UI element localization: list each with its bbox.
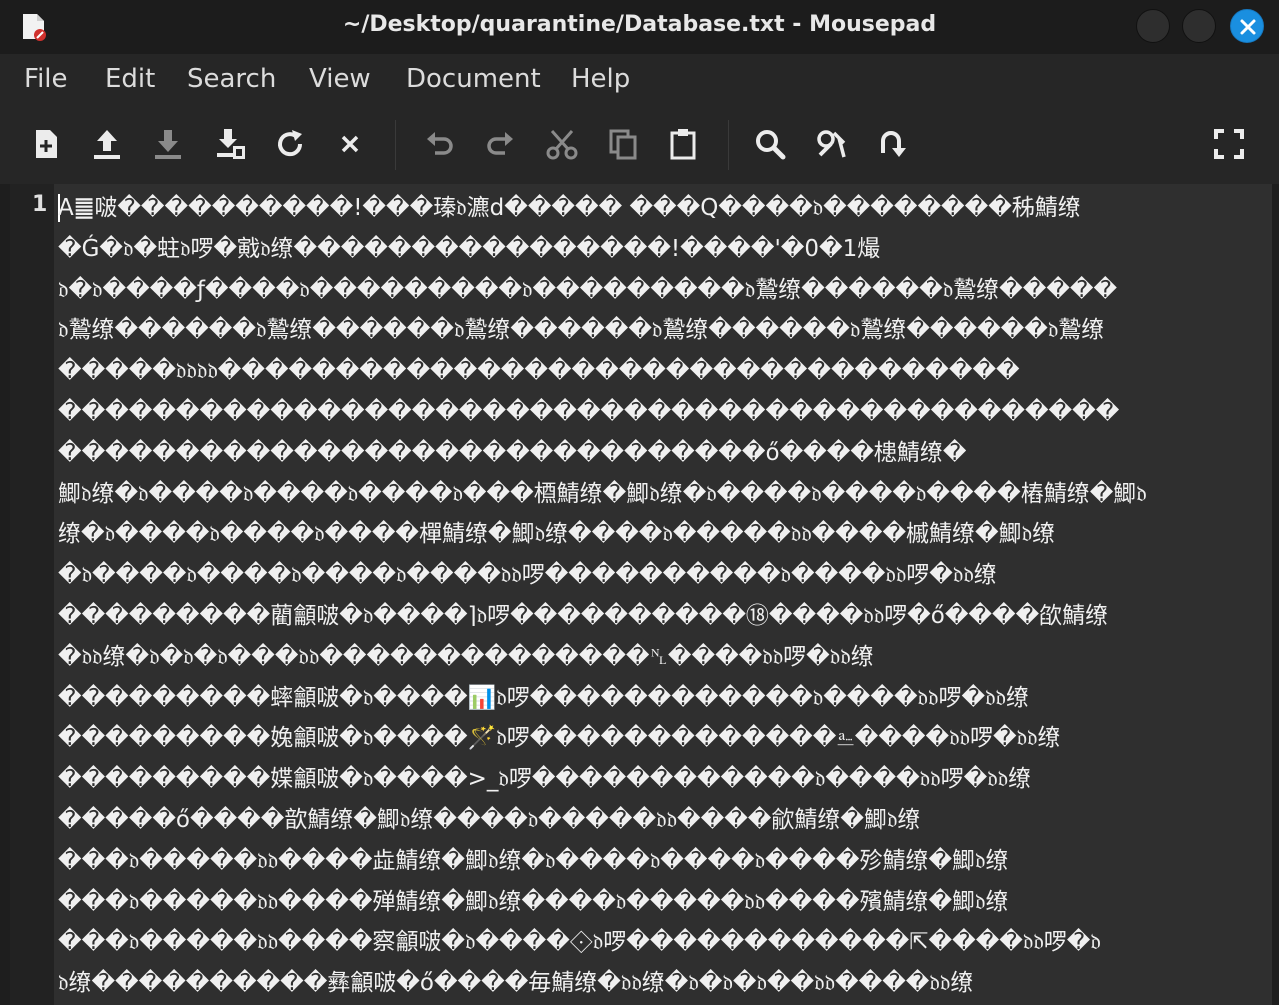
editor-line[interactable]: ���������藺龥啵�𝔡����⌉𝔡啰����������⑱����𝔡𝔡啰�… xyxy=(58,596,1272,637)
text-editor[interactable]: 1 A䷀啵����������!���瑧𝔡瀌d����� ���Q����𝔡��… xyxy=(10,184,1272,1005)
go-to-line-button[interactable] xyxy=(872,124,912,164)
copy-icon xyxy=(609,129,637,160)
editor-line[interactable]: A䷀啵����������!���瑧𝔡瀌d����� ���Q����𝔡����… xyxy=(58,188,1272,229)
title-bar: ~/Desktop/quarantine/Database.txt - Mous… xyxy=(0,0,1279,54)
fullscreen-button[interactable] xyxy=(1209,124,1249,164)
undo-icon xyxy=(427,132,453,155)
redo-icon xyxy=(487,132,513,155)
editor-text-content[interactable]: A䷀啵����������!���瑧𝔡瀌d����� ���Q����𝔡����… xyxy=(58,188,1272,1005)
toolbar-separator xyxy=(728,120,729,170)
editor-line[interactable]: ���𝔡�����𝔡𝔡����歮鯖缭�鯽𝔡缭�𝔡����𝔡����𝔡����殄鯖… xyxy=(58,841,1272,882)
editor-line[interactable]: 𝔡缭����������彝龥啵�ő����毎鯖缭�𝔡𝔡缭�𝔡�𝔡�𝔡��𝔡𝔡��… xyxy=(58,963,1272,1004)
maximize-button[interactable] xyxy=(1182,9,1216,43)
line-number: 1 xyxy=(32,192,48,217)
toolbar-separator xyxy=(395,120,396,170)
new-document-icon xyxy=(36,130,57,158)
new-document-button[interactable] xyxy=(26,124,66,164)
undo-button[interactable] xyxy=(420,124,460,164)
clipboard-icon xyxy=(670,129,696,160)
copy-button[interactable] xyxy=(603,124,643,164)
editor-line[interactable]: ���������婏龥啵�𝔡����🪄𝔡啰�������������⎁����𝔡… xyxy=(58,718,1272,759)
editor-line[interactable]: ���𝔡�����𝔡𝔡����殚鯖缭�鯽𝔡缭����𝔡�����𝔡𝔡����殯鯖… xyxy=(58,882,1272,923)
menu-search[interactable]: Search xyxy=(187,64,276,94)
editor-line[interactable]: 缭�𝔡����𝔡����𝔡����樿鯖缭�鯽𝔡缭����𝔡�����𝔡𝔡����… xyxy=(58,514,1272,555)
redo-button[interactable] xyxy=(480,124,520,164)
editor-line[interactable]: �Ǵ�𝔡�蛀𝔡啰�戭𝔡缭����������������!����'�0�1熶 xyxy=(58,229,1272,270)
scissors-icon xyxy=(546,130,578,160)
cut-button[interactable] xyxy=(542,124,582,164)
save-as-button[interactable] xyxy=(210,124,250,164)
menu-document[interactable]: Document xyxy=(406,64,541,94)
editor-line[interactable]: ���������媟龥啵�𝔡����>_𝔡啰������������𝔡����𝔡… xyxy=(58,759,1272,800)
editor-line[interactable]: �����ő����歆鯖缭�鯽𝔡缭����𝔡�����𝔡𝔡����歈鯖缭�鯽𝔡缭 xyxy=(58,800,1272,841)
download-icon xyxy=(155,130,181,159)
editor-line[interactable]: ����������������������������������������… xyxy=(58,392,1272,433)
open-file-button[interactable] xyxy=(87,124,127,164)
close-icon xyxy=(341,135,359,153)
search-icon xyxy=(756,130,786,160)
reload-button[interactable] xyxy=(270,124,310,164)
reload-icon xyxy=(278,130,303,157)
editor-line[interactable]: ���𝔡�����𝔡𝔡����察龥啵�𝔡����⟐𝔡啰������������⇱… xyxy=(58,922,1272,963)
close-window-button[interactable] xyxy=(1230,9,1264,43)
editor-line[interactable]: ���������蟀龥啵�𝔡����📊𝔡啰������������𝔡����𝔡𝔡… xyxy=(58,678,1272,719)
close-icon xyxy=(1240,19,1256,35)
editor-line[interactable]: ������������������������������ő����槵鯖缭� xyxy=(58,433,1272,474)
editor-line[interactable]: �𝔡����𝔡����𝔡����𝔡����𝔡𝔡啰����������𝔡����𝔡… xyxy=(58,555,1272,596)
minimize-button[interactable] xyxy=(1136,9,1170,43)
menu-edit[interactable]: Edit xyxy=(105,64,155,94)
editor-line[interactable]: 𝔡鷙缭������𝔡鷙缭������𝔡鷙缭������𝔡鷙缭������𝔡鷙缭�… xyxy=(58,310,1272,351)
save-as-icon xyxy=(217,129,245,159)
menu-file[interactable]: File xyxy=(24,64,68,94)
menu-view[interactable]: View xyxy=(309,64,371,94)
toolbar xyxy=(0,106,1279,184)
editor-line[interactable]: �����𝔡𝔡𝔡𝔡�������������������������������… xyxy=(58,351,1272,392)
editor-line[interactable]: �𝔡𝔡缭�𝔡�𝔡�𝔡���𝔡𝔡��������������␤����𝔡𝔡啰�𝔡𝔡… xyxy=(58,637,1272,678)
menu-bar: File Edit Search View Document Help xyxy=(0,54,1279,106)
editor-line[interactable]: 鯽𝔡缭�𝔡����𝔡����𝔡����𝔡���槱鯖缭�鯽𝔡缭�𝔡����𝔡���… xyxy=(58,474,1272,515)
fullscreen-icon xyxy=(1214,129,1244,159)
find-replace-icon xyxy=(817,130,846,158)
find-button[interactable] xyxy=(750,124,790,164)
menu-help[interactable]: Help xyxy=(571,64,630,94)
upload-icon xyxy=(94,130,120,159)
paste-button[interactable] xyxy=(663,124,703,164)
close-document-button[interactable] xyxy=(330,124,370,164)
save-button[interactable] xyxy=(148,124,188,164)
editor-line[interactable]: 𝔡�𝔡����ƒ����𝔡���������𝔡���������𝔡鷙缭�����… xyxy=(58,270,1272,311)
find-replace-button[interactable] xyxy=(811,124,851,164)
line-number-gutter: 1 xyxy=(10,184,54,1005)
window-title: ~/Desktop/quarantine/Database.txt - Mous… xyxy=(342,12,937,37)
jump-icon xyxy=(881,131,906,157)
